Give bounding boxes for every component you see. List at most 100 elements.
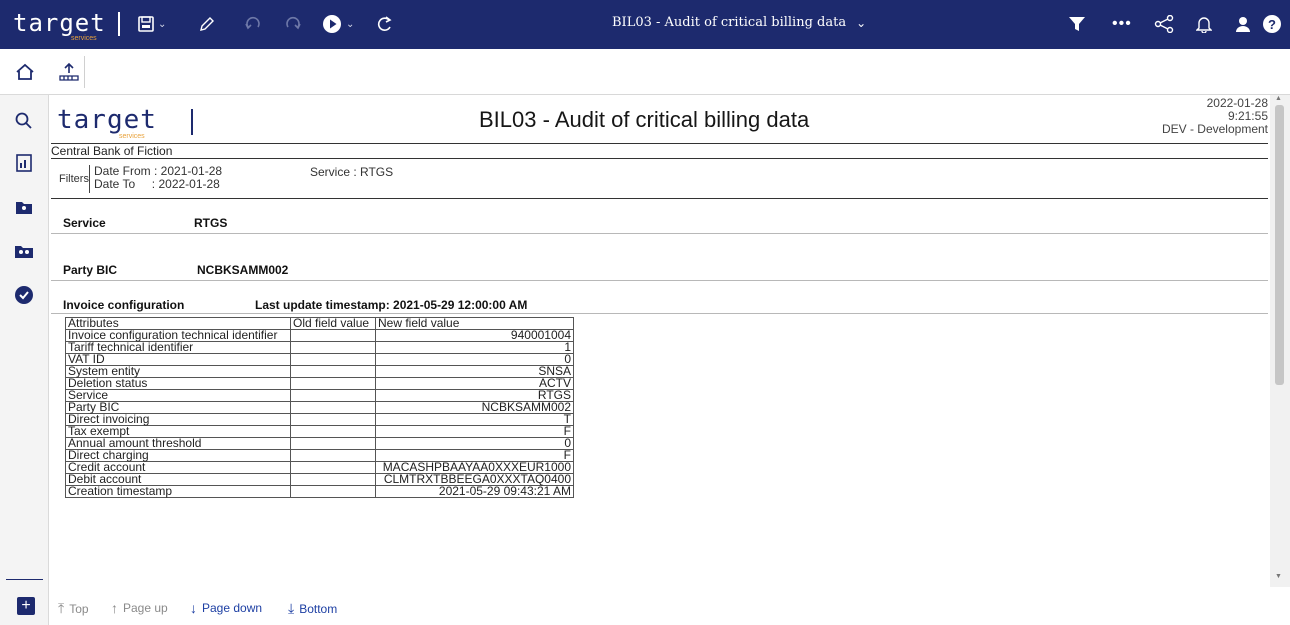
- my-content-button[interactable]: [12, 195, 36, 219]
- old-value-cell: [290, 389, 376, 402]
- bell-icon: [1196, 17, 1212, 33]
- arrow-top-icon: ⤒: [58, 600, 65, 616]
- app-logo-text: target: [13, 9, 106, 37]
- undo-button[interactable]: [244, 12, 262, 36]
- filter-button[interactable]: [1068, 12, 1086, 36]
- table-row: Tariff technical identifier 1: [65, 341, 574, 354]
- add-button[interactable]: +: [17, 597, 35, 615]
- help-icon: ?: [1263, 15, 1281, 33]
- check-icon: [15, 286, 33, 304]
- folder-icon: [16, 202, 32, 214]
- help-button[interactable]: ?: [1262, 12, 1282, 36]
- bank-name: Central Bank of Fiction: [51, 144, 173, 158]
- old-value-cell: [290, 449, 376, 462]
- old-value-cell: [290, 401, 376, 414]
- reports-button[interactable]: [12, 151, 36, 175]
- page-up-link-label: Page up: [123, 601, 168, 615]
- report-logo: target services: [57, 105, 157, 140]
- export-button[interactable]: [53, 56, 85, 88]
- old-value-cell: [290, 353, 376, 366]
- scrollbar-thumb[interactable]: [1275, 105, 1284, 385]
- notifications-button[interactable]: [1196, 12, 1212, 36]
- invoice-configuration-label: Invoice configuration: [63, 298, 185, 312]
- team-folder-icon: [15, 246, 33, 258]
- window-title-dropdown[interactable]: BIL03 - Audit of critical billing data ⌄: [612, 15, 866, 30]
- table-row: Creation timestamp 2021-05-29 09:43:21 AM: [65, 485, 574, 498]
- page-navigation: ⤒ Top ↑ Page up ↓ Page down ⤓ Bottom: [49, 587, 1290, 625]
- edit-icon: [200, 17, 214, 31]
- table-row: VAT ID 0: [65, 353, 574, 366]
- old-value-cell: [290, 377, 376, 390]
- window-title: BIL03 - Audit of critical billing data: [612, 15, 847, 30]
- search-button[interactable]: [12, 109, 36, 133]
- rail-divider: [6, 579, 43, 580]
- attribute-cell: Creation timestamp: [65, 485, 291, 498]
- report-environment: DEV - Development: [1161, 122, 1268, 136]
- user-button[interactable]: [1234, 12, 1252, 36]
- divider: [51, 233, 1268, 234]
- undo-icon: [245, 16, 260, 30]
- redo-icon: [286, 16, 301, 30]
- left-rail: +: [0, 49, 49, 625]
- page-down-link-label: Page down: [202, 601, 263, 615]
- last-update-timestamp: Last update timestamp: 2021-05-29 12:00:…: [255, 298, 528, 312]
- chevron-down-icon: ⌄: [346, 18, 355, 30]
- more-icon: •••: [1112, 15, 1132, 32]
- refresh-button[interactable]: [376, 12, 394, 36]
- report-scrollbar[interactable]: ▲ ▼: [1270, 95, 1290, 587]
- divider: [51, 280, 1268, 281]
- bottom-link-label: Bottom: [299, 601, 338, 616]
- scroll-down-icon[interactable]: ▼: [1275, 573, 1282, 580]
- old-value-cell: [290, 485, 376, 498]
- report-logo-text: target: [57, 105, 157, 135]
- edit-button[interactable]: [198, 12, 216, 36]
- new-value-cell: 940001004: [375, 329, 574, 342]
- new-value-cell: F: [375, 425, 574, 438]
- new-value-cell: T: [375, 413, 574, 426]
- app-logo-sub: services: [71, 35, 97, 42]
- top-link[interactable]: ⤒ Top: [58, 600, 89, 617]
- old-value-cell: [290, 437, 376, 450]
- report-viewer: target services BIL03 - Audit of critica…: [49, 95, 1270, 587]
- arrow-bottom-icon: ⤓: [288, 600, 295, 616]
- home-icon: [15, 63, 34, 80]
- filters-label: Filters: [59, 173, 89, 185]
- more-button[interactable]: •••: [1112, 12, 1132, 36]
- chevron-down-icon: ⌄: [856, 15, 867, 30]
- page-up-link[interactable]: ↑ Page up: [111, 600, 168, 616]
- app-logo: target services: [13, 9, 106, 42]
- top-link-label: Top: [69, 601, 89, 616]
- save-menu-button[interactable]: ⌄: [138, 12, 166, 36]
- old-value-cell: [290, 425, 376, 438]
- old-value-cell: [290, 341, 376, 354]
- share-icon: [1154, 15, 1174, 33]
- new-value-cell: 0: [375, 437, 574, 450]
- filter-service: Service : RTGS: [310, 165, 394, 179]
- report-title: BIL03 - Audit of critical billing data: [479, 107, 810, 132]
- chevron-down-icon: ⌄: [158, 18, 167, 30]
- search-icon: [15, 112, 32, 129]
- page-down-link[interactable]: ↓ Page down: [190, 600, 262, 616]
- team-content-button[interactable]: [12, 239, 36, 263]
- filter-icon: [1069, 17, 1085, 31]
- run-menu-button[interactable]: ⌄: [322, 12, 354, 36]
- scroll-up-icon[interactable]: ▲: [1275, 95, 1282, 102]
- redo-button[interactable]: [284, 12, 302, 36]
- recent-button[interactable]: [12, 283, 36, 307]
- add-icon: +: [21, 597, 31, 614]
- save-icon: [138, 16, 154, 32]
- report-toolbar: [49, 49, 1290, 95]
- logo-divider: [118, 12, 120, 36]
- bottom-link[interactable]: ⤓ Bottom: [288, 600, 337, 617]
- old-value-cell: [290, 473, 376, 486]
- party-bic-label: Party BIC: [63, 263, 118, 277]
- svg-text:?: ?: [1268, 17, 1276, 32]
- old-value-cell: [290, 329, 376, 342]
- arrow-down-icon: ↓: [190, 600, 197, 616]
- table-row: Deletion status ACTV: [65, 377, 574, 390]
- share-button[interactable]: [1154, 12, 1174, 36]
- home-button[interactable]: [0, 49, 49, 95]
- user-icon: [1236, 17, 1250, 32]
- divider: [51, 158, 1268, 159]
- service-label: Service: [63, 216, 106, 230]
